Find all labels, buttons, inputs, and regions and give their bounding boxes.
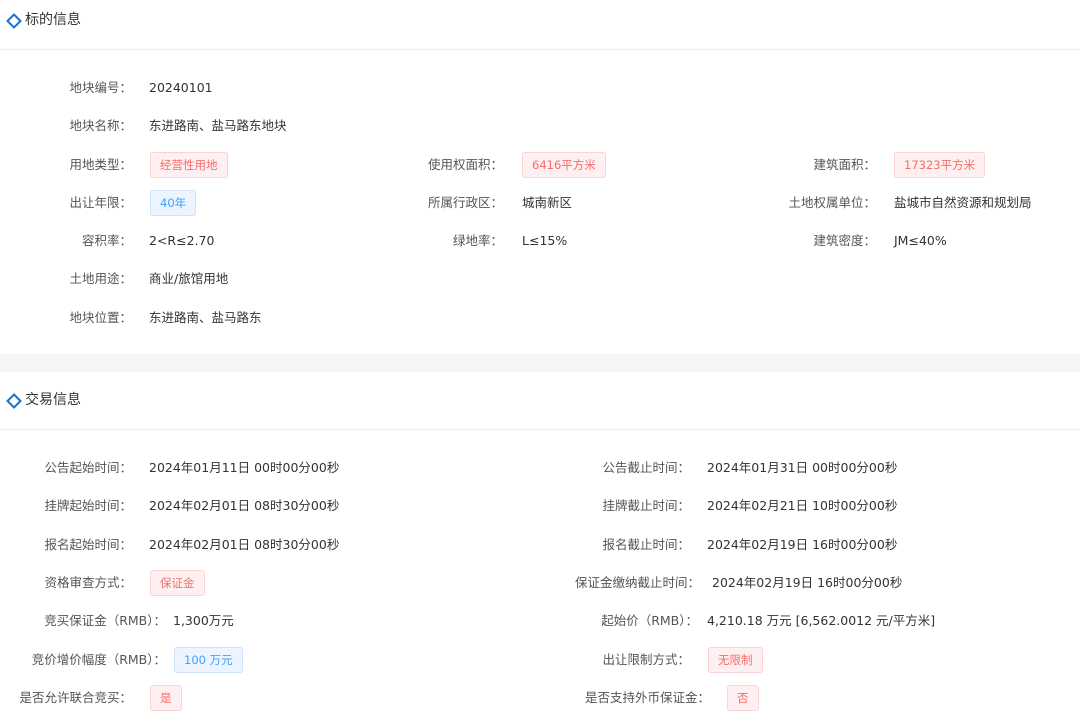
term-tag: 40年 [150,190,197,216]
info-row: 报名起始时间： 2024年02月01日 08时30分00秒 报名截止时间： 20… [0,530,1080,560]
info-row: 土地用途： 商业/旅馆用地 [0,264,1080,294]
use-area-label: 使用权面积： [427,157,503,172]
info-row: 竞买保证金（RMB）： 1,300万元 起始价（RMB）： 4,210.18 万… [0,606,1080,636]
foreign-deposit-label: 是否支持外币保证金： [584,690,710,705]
reg-start-label: 报名起始时间： [44,537,132,552]
owner-label: 土地权属单位： [788,195,876,210]
use-area-tag: 6416平方米 [522,152,606,178]
info-row: 地块编号： 20240101 [0,73,1080,103]
reg-end-label: 报名截止时间： [602,537,690,552]
district-label: 所属行政区： [427,195,503,210]
restriction-label: 出让限制方式： [602,652,690,667]
restriction-tag: 无限制 [708,647,763,673]
deposit-deadline-value: 2024年02月19日 16时00分00秒 [712,575,903,590]
diamond-icon [6,13,22,29]
list-start-value: 2024年02月01日 08时30分00秒 [149,498,340,513]
plot-name-label: 地块名称： [69,118,132,133]
land-type-label: 用地类型： [69,157,132,172]
deposit-value: 1,300万元 [173,613,234,628]
info-row: 竞价增价幅度（RMB）： 100 万元 出让限制方式： 无限制 [0,645,1080,675]
info-row: 地块位置： 东进路南、盐马路东 [0,303,1080,333]
notice-end-label: 公告截止时间： [602,460,690,475]
section-header-target-info: 标的信息 [0,0,1080,50]
location-value: 东进路南、盐马路东 [149,310,262,325]
diamond-icon [6,393,22,409]
info-row: 容积率： 2<R≤2.70 绿地率： L≤15% 建筑密度： JM≤40% [0,226,1080,256]
reg-end-value: 2024年02月19日 16时00分00秒 [707,537,898,552]
usage-value: 商业/旅馆用地 [149,271,229,286]
review-label: 资格审查方式： [44,575,132,590]
info-row: 公告起始时间： 2024年01月11日 00时00分00秒 公告截止时间： 20… [0,453,1080,483]
section-divider [0,354,1080,372]
term-label: 出让年限： [69,195,132,210]
build-area-tag: 17323平方米 [894,152,986,178]
green-value: L≤15% [522,233,568,248]
increment-label: 竞价增价幅度（RMB）： [31,652,166,667]
density-value: JM≤40% [894,233,947,248]
section-header-transaction-info: 交易信息 [0,380,1080,430]
start-price-value: 4,210.18 万元 [6,562.0012 元/平方米] [707,613,936,628]
notice-start-value: 2024年01月11日 00时00分00秒 [149,460,340,475]
foreign-deposit-tag: 否 [727,685,759,711]
plot-name-value: 东进路南、盐马路东地块 [149,118,287,133]
district-value: 城南新区 [522,195,573,210]
reg-start-value: 2024年02月01日 08时30分00秒 [149,537,340,552]
plot-no-value: 20240101 [149,80,213,95]
density-label: 建筑密度： [813,233,876,248]
plot-no-label: 地块编号： [69,80,132,95]
deposit-label: 竞买保证金（RMB）： [44,613,166,628]
list-end-label: 挂牌截止时间： [602,498,690,513]
land-type-tag: 经营性用地 [150,152,228,178]
joint-bid-label: 是否允许联合竞买： [19,690,132,705]
notice-end-value: 2024年01月31日 00时00分00秒 [707,460,898,475]
list-start-label: 挂牌起始时间： [44,498,132,513]
joint-bid-tag: 是 [150,685,182,711]
info-row: 资格审查方式： 保证金 保证金缴纳截止时间： 2024年02月19日 16时00… [0,568,1080,598]
review-tag: 保证金 [150,570,205,596]
far-value: 2<R≤2.70 [149,233,215,248]
green-label: 绿地率： [452,233,503,248]
list-end-value: 2024年02月21日 10时00分00秒 [707,498,898,513]
info-row: 地块名称： 东进路南、盐马路东地块 [0,111,1080,141]
info-row: 用地类型： 经营性用地 使用权面积： 6416平方米 建筑面积： 17323平方… [0,150,1080,180]
info-row: 挂牌起始时间： 2024年02月01日 08时30分00秒 挂牌截止时间： 20… [0,491,1080,521]
owner-value: 盐城市自然资源和规划局 [894,195,1032,210]
section-title: 标的信息 [25,12,81,28]
notice-start-label: 公告起始时间： [44,460,132,475]
deposit-deadline-label: 保证金缴纳截止时间： [574,575,700,590]
far-label: 容积率： [81,233,132,248]
build-area-label: 建筑面积： [813,157,876,172]
info-row: 出让年限： 40年 所属行政区： 城南新区 土地权属单位： 盐城市自然资源和规划… [0,188,1080,218]
increment-tag: 100 万元 [174,647,243,673]
section-title: 交易信息 [25,392,81,408]
info-row: 是否允许联合竞买： 是 是否支持外币保证金： 否 [0,683,1080,713]
usage-label: 土地用途： [69,271,132,286]
location-label: 地块位置： [69,310,132,325]
start-price-label: 起始价（RMB）： [601,613,698,628]
